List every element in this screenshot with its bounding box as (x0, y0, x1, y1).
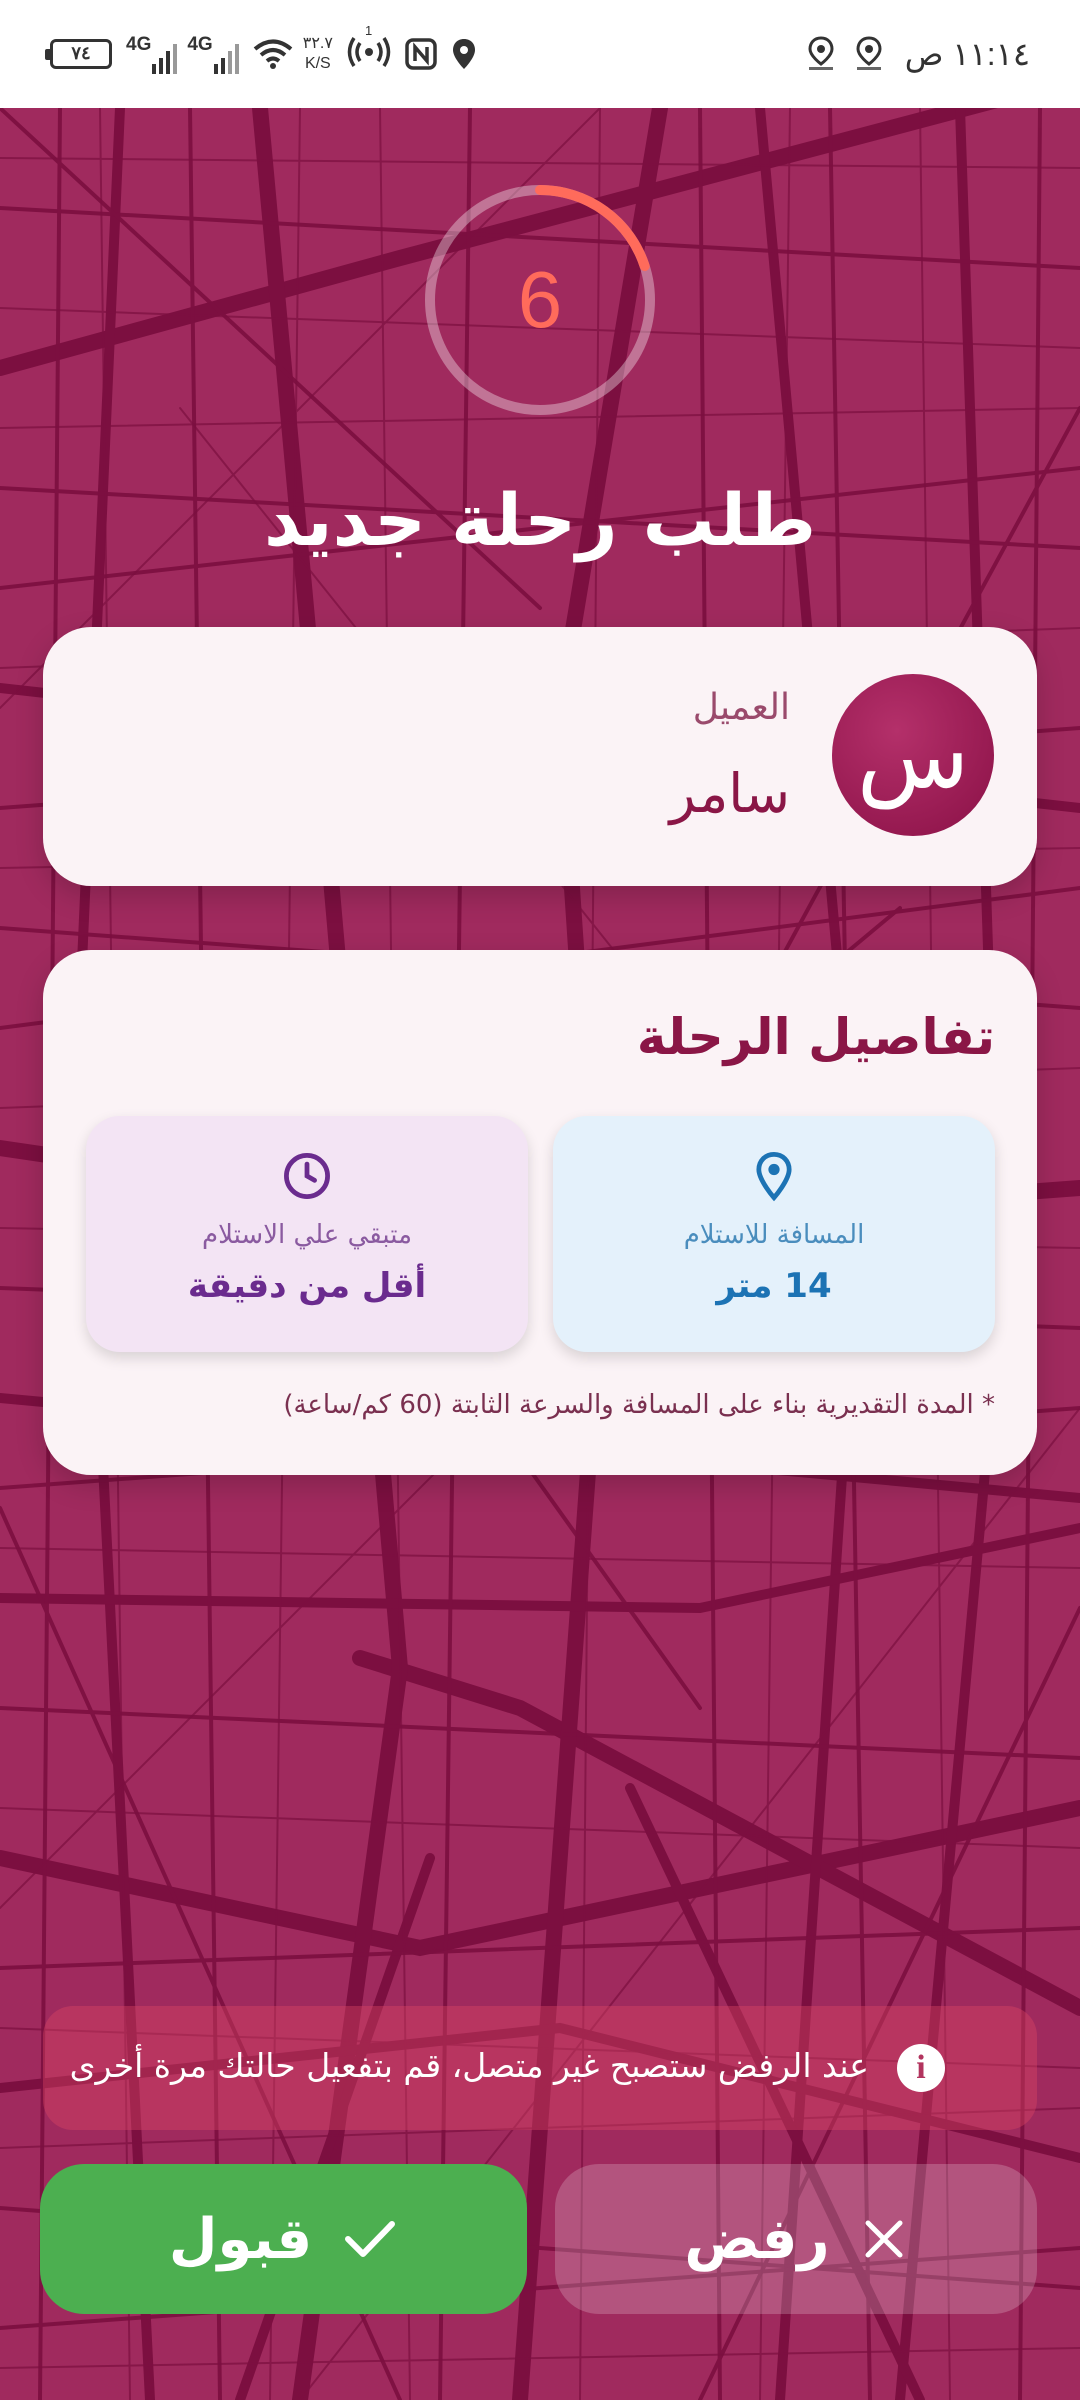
pickup-distance-label: المسافة للاستلام (683, 1220, 865, 1250)
avatar: س (832, 674, 994, 836)
countdown-value: 6 (517, 255, 563, 344)
speed-value: ٣٢.٧ (302, 35, 333, 52)
accept-button[interactable]: قبول (40, 2164, 527, 2314)
hotspot-badge: 1 (364, 22, 373, 38)
battery-icon: ٧٤ (45, 39, 112, 69)
info-icon: i (897, 2044, 945, 2092)
network-type-1: 4G (126, 34, 152, 55)
reject-warning-banner: i عند الرفض ستصبح غير متصل، قم بتفعيل حا… (43, 2006, 1037, 2130)
pickup-distance-tile: المسافة للاستلام 14 متر (553, 1116, 995, 1352)
reject-button[interactable]: رفض (555, 2164, 1037, 2314)
signal-icon: 4G (126, 34, 178, 74)
speed-unit: K/S (304, 55, 331, 72)
customer-name: سامر (669, 762, 790, 825)
signal-icon-2: 4G (187, 34, 239, 74)
close-icon (865, 2220, 903, 2258)
page-title: طلب رحلة جديد (263, 478, 817, 562)
customer-label: العميل (692, 687, 790, 728)
network-type-2: 4G (187, 34, 213, 55)
pickup-time-label: متبقي علي الاستلام (201, 1220, 413, 1250)
app-notification-icon (808, 36, 834, 70)
location-pin-icon (756, 1151, 792, 1202)
countdown-timer: 6 (420, 180, 660, 420)
hotspot-icon: 1 (347, 23, 391, 74)
status-icons-left: ٧٤ 4G 4G ٣٢.٧ K/S 1 (45, 0, 477, 108)
reject-button-label: رفض (684, 2206, 830, 2272)
clock-icon (284, 1153, 330, 1199)
pickup-time-tile: متبقي علي الاستلام أقل من دقيقة (86, 1116, 528, 1352)
reject-warning-text: عند الرفض ستصبح غير متصل، قم بتفعيل حالت… (69, 2046, 869, 2085)
pickup-time-value: أقل من دقيقة (187, 1266, 427, 1306)
estimate-note: * المدة التقديرية بناء على المسافة والسر… (283, 1390, 995, 1420)
status-icons-right: ١١:١٤ ص (805, 0, 1030, 108)
network-speed: ٣٢.٧ K/S (303, 34, 333, 74)
location-icon (452, 39, 475, 69)
clock-time: ١١:١٤ ص (904, 36, 1030, 72)
nfc-icon (405, 38, 437, 70)
battery-level: ٧٤ (71, 43, 91, 63)
trip-details-card: تفاصيل الرحلة المسافة للاستلام 14 متر مت… (43, 950, 1037, 1475)
status-bar: ٧٤ 4G 4G ٣٢.٧ K/S 1 ١١:١٤ ص (0, 0, 1080, 108)
accept-button-label: قبول (168, 2206, 313, 2272)
customer-card: س العميل سامر (43, 627, 1037, 886)
trip-details-title: تفاصيل الرحلة (636, 1008, 995, 1066)
app-notification-icon-2 (856, 36, 882, 70)
trip-request-screen: 6 طلب رحلة جديد س العميل سامر تفاصيل الر… (0, 108, 1080, 2400)
pickup-distance-value: 14 متر (716, 1266, 832, 1306)
check-icon (345, 2221, 396, 2257)
wifi-icon (253, 39, 292, 69)
